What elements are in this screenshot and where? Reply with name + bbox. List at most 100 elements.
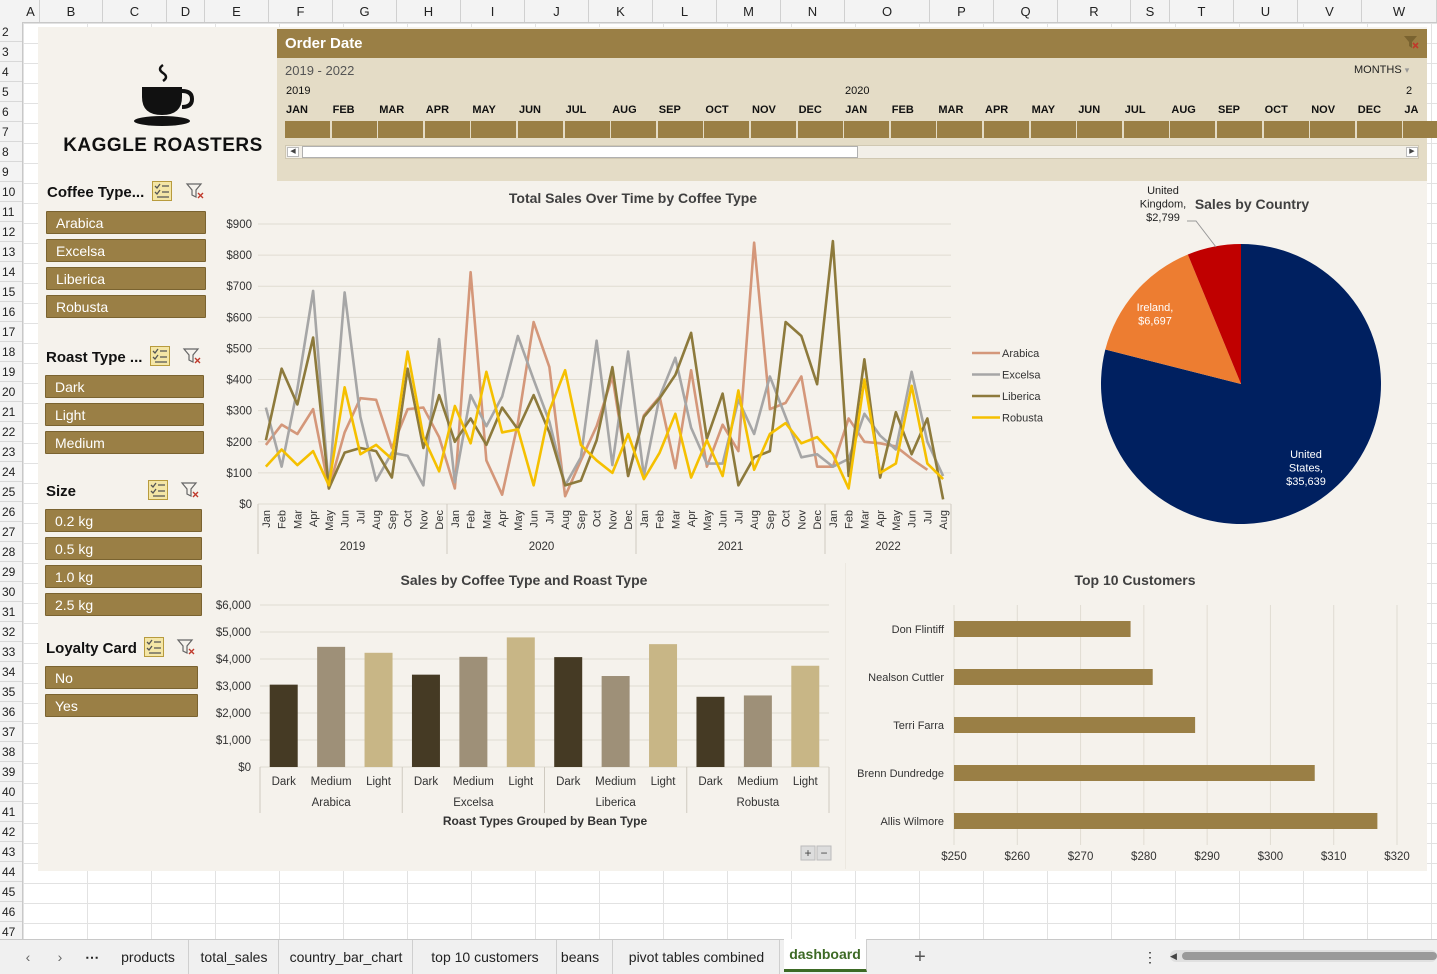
row-header-15[interactable]: 15 bbox=[0, 282, 22, 302]
column-header-h[interactable]: H bbox=[397, 0, 461, 22]
row-header-14[interactable]: 14 bbox=[0, 262, 22, 282]
column-header-k[interactable]: K bbox=[589, 0, 653, 22]
column-header-g[interactable]: G bbox=[333, 0, 397, 22]
timeline-month-bar[interactable] bbox=[1356, 121, 1402, 138]
timeline-level-dropdown[interactable]: MONTHS ▾ bbox=[1354, 64, 1409, 76]
row-header-44[interactable]: 44 bbox=[0, 862, 22, 882]
scroll-left-icon[interactable]: ◀ bbox=[287, 147, 299, 157]
slicer-item-loyalty[interactable]: No bbox=[45, 666, 198, 689]
bar-liberica-light[interactable] bbox=[649, 644, 678, 767]
row-header-20[interactable]: 20 bbox=[0, 382, 22, 402]
column-header-m[interactable]: M bbox=[717, 0, 781, 22]
clear-filter-icon[interactable] bbox=[176, 637, 196, 657]
legend-label[interactable]: Liberica bbox=[1002, 391, 1041, 403]
timeline-month-bar[interactable] bbox=[611, 121, 657, 138]
sheet-tab-beans[interactable]: beans bbox=[548, 940, 613, 974]
slicer-item-roast_type[interactable]: Medium bbox=[45, 431, 204, 454]
row-header-6[interactable]: 6 bbox=[0, 102, 22, 122]
timeline-month-bar[interactable] bbox=[471, 121, 517, 138]
slicer-item-loyalty[interactable]: Yes bbox=[45, 694, 198, 717]
row-header-29[interactable]: 29 bbox=[0, 562, 22, 582]
pie-chart-sales-by-country[interactable]: Sales by Country United States,$35,639 Irel… bbox=[1058, 183, 1427, 561]
row-header-2[interactable]: 2 bbox=[0, 22, 22, 42]
column-header-c[interactable]: C bbox=[103, 0, 167, 22]
multi-select-icon[interactable] bbox=[148, 480, 168, 500]
row-header-19[interactable]: 19 bbox=[0, 362, 22, 382]
row-header-17[interactable]: 17 bbox=[0, 322, 22, 342]
timeline-scroll-thumb[interactable] bbox=[302, 146, 858, 158]
bar-excelsa-dark[interactable] bbox=[411, 674, 440, 767]
legend-label[interactable]: Robusta bbox=[1002, 413, 1044, 425]
row-header-39[interactable]: 39 bbox=[0, 762, 22, 782]
column-header-n[interactable]: N bbox=[781, 0, 845, 22]
bar-excelsa-medium[interactable] bbox=[459, 656, 488, 767]
bar-chart-top-customers[interactable]: Top 10 Customers $250 $260 $270 $280 $290 $300… bbox=[845, 563, 1427, 869]
row-header-33[interactable]: 33 bbox=[0, 642, 22, 662]
column-header-j[interactable]: J bbox=[525, 0, 589, 22]
column-header-p[interactable]: P bbox=[930, 0, 994, 22]
bar-liberica-dark[interactable] bbox=[554, 657, 583, 767]
row-header-9[interactable]: 9 bbox=[0, 162, 22, 182]
bar-customer[interactable] bbox=[954, 813, 1378, 829]
slicer-item-coffee_type[interactable]: Robusta bbox=[46, 295, 206, 318]
timeline-month-bar[interactable] bbox=[518, 121, 563, 138]
row-header-18[interactable]: 18 bbox=[0, 342, 22, 362]
row-header-32[interactable]: 32 bbox=[0, 622, 22, 642]
slicer-item-size[interactable]: 0.5 kg bbox=[45, 537, 202, 560]
scroll-left-icon[interactable]: ◀ bbox=[1170, 950, 1177, 962]
column-header-l[interactable]: L bbox=[653, 0, 717, 22]
sheet-tab-country_bar_chart[interactable]: country_bar_chart bbox=[280, 940, 413, 974]
timeline-month-bar[interactable] bbox=[285, 121, 330, 138]
row-header-25[interactable]: 25 bbox=[0, 482, 22, 502]
timeline-month-bar[interactable] bbox=[1403, 121, 1437, 138]
bar-customer[interactable] bbox=[954, 669, 1153, 685]
bar-arabica-light[interactable] bbox=[364, 652, 393, 767]
sheet-tab-products[interactable]: products bbox=[108, 940, 189, 974]
timeline-month-bar[interactable] bbox=[1030, 121, 1076, 138]
slicer-item-coffee_type[interactable]: Liberica bbox=[46, 267, 206, 290]
prev-sheet-icon[interactable]: ‹ bbox=[14, 940, 42, 974]
column-header-u[interactable]: U bbox=[1234, 0, 1298, 22]
bar-liberica-medium[interactable] bbox=[601, 676, 630, 767]
column-header-a[interactable]: A bbox=[22, 0, 40, 22]
timeline-month-bar[interactable] bbox=[1217, 121, 1262, 138]
column-header-w[interactable]: W bbox=[1362, 0, 1437, 22]
row-header-40[interactable]: 40 bbox=[0, 782, 22, 802]
row-header-30[interactable]: 30 bbox=[0, 582, 22, 602]
timeline-month-bar[interactable] bbox=[751, 121, 796, 138]
clear-filter-icon[interactable] bbox=[182, 346, 202, 366]
timeline-month-bar[interactable] bbox=[890, 121, 936, 138]
horizontal-scrollbar[interactable]: ◀ bbox=[1170, 950, 1437, 962]
next-sheet-icon[interactable]: › bbox=[46, 940, 74, 974]
row-header-16[interactable]: 16 bbox=[0, 302, 22, 322]
row-header-27[interactable]: 27 bbox=[0, 522, 22, 542]
timeline-scrollbar[interactable]: ◀ ▶ bbox=[285, 145, 1419, 159]
row-header-22[interactable]: 22 bbox=[0, 422, 22, 442]
sheet-tab-total_sales[interactable]: total_sales bbox=[190, 940, 279, 974]
column-header-f[interactable]: F bbox=[269, 0, 333, 22]
sheet-tab-top-10-customers[interactable]: top 10 customers bbox=[414, 940, 557, 974]
timeline-month-bar[interactable] bbox=[657, 121, 703, 138]
sheet-options-icon[interactable]: ⋮ bbox=[1140, 940, 1160, 974]
row-header-41[interactable]: 41 bbox=[0, 802, 22, 822]
slicer-item-size[interactable]: 1.0 kg bbox=[45, 565, 202, 588]
row-header-47[interactable]: 47 bbox=[0, 922, 22, 939]
row-header-42[interactable]: 42 bbox=[0, 822, 22, 842]
column-header-s[interactable]: S bbox=[1131, 0, 1170, 22]
bar-arabica-dark[interactable] bbox=[269, 684, 298, 767]
timeline-month-bar[interactable] bbox=[984, 121, 1029, 138]
sheet-tab-pivot-tables-combined[interactable]: pivot tables combined bbox=[614, 940, 780, 974]
legend-label[interactable]: Arabica bbox=[1002, 348, 1040, 360]
clear-filter-icon[interactable] bbox=[180, 480, 200, 500]
bar-robusta-dark[interactable] bbox=[696, 696, 725, 767]
row-header-12[interactable]: 12 bbox=[0, 222, 22, 242]
row-header-21[interactable]: 21 bbox=[0, 402, 22, 422]
row-header-26[interactable]: 26 bbox=[0, 502, 22, 522]
multi-select-icon[interactable] bbox=[152, 181, 172, 201]
timeline-month-bar[interactable] bbox=[937, 121, 983, 138]
row-header-31[interactable]: 31 bbox=[0, 602, 22, 622]
bar-arabica-medium[interactable] bbox=[317, 646, 346, 767]
row-header-11[interactable]: 11 bbox=[0, 202, 22, 222]
column-header-o[interactable]: O bbox=[845, 0, 930, 22]
row-header-46[interactable]: 46 bbox=[0, 902, 22, 922]
